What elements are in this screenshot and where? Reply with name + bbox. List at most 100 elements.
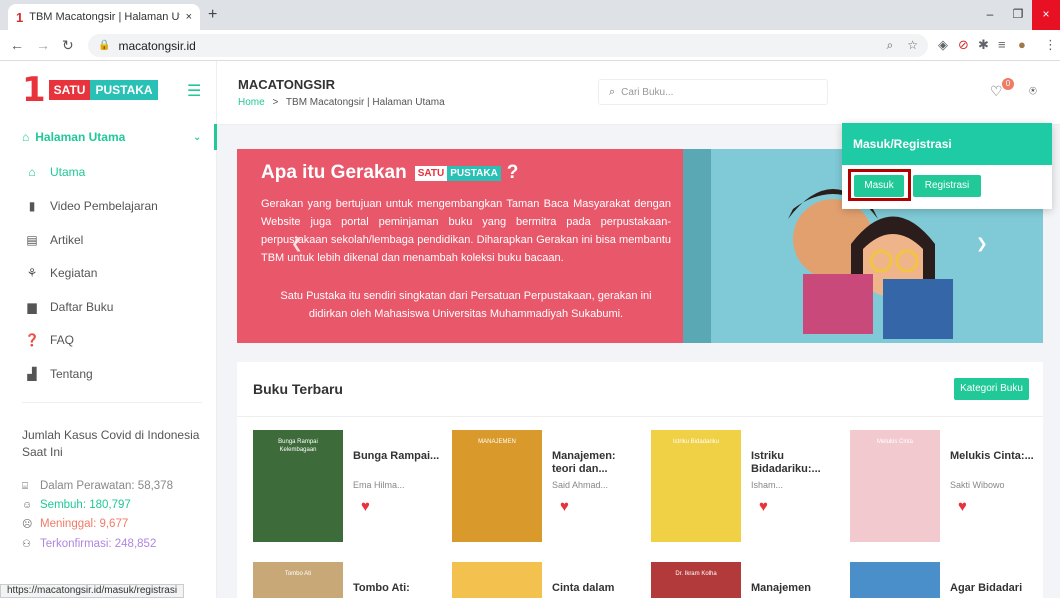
- maximize-button[interactable]: ❐: [1004, 0, 1032, 30]
- user-icon[interactable]: ⍟: [1029, 83, 1037, 99]
- close-window-button[interactable]: ×: [1032, 0, 1060, 30]
- back-icon[interactable]: ←: [10, 37, 24, 53]
- sidebar-item-label: Artikel: [50, 233, 84, 247]
- banner-text-panel: Apa itu Gerakan SATU PUSTAKA ? Gerakan ya…: [237, 149, 683, 343]
- playlist-icon[interactable]: ≡: [998, 37, 1006, 52]
- activity-icon: ⚘: [26, 266, 38, 280]
- book-cover[interactable]: [452, 562, 542, 598]
- zoom-icon[interactable]: ⌕: [887, 38, 894, 53]
- bed-icon: ⌸: [22, 480, 28, 492]
- kebab-menu-icon[interactable]: ⋮: [1044, 37, 1057, 53]
- breadcrumb-current: TBM Macatongsir | Halaman Utama: [285, 97, 445, 108]
- logo[interactable]: 1 SATU PUSTAKA: [22, 73, 158, 107]
- favorite-heart-icon[interactable]: ♥: [759, 498, 768, 515]
- book-title[interactable]: Manajemen: teori dan...: [552, 450, 642, 476]
- carousel-next-icon[interactable]: ❯: [976, 235, 988, 252]
- article-icon: ▤: [26, 233, 38, 247]
- sidebar-item-artikel[interactable]: ▤ Artikel: [22, 229, 202, 251]
- covid-perawatan-text: Dalam Perawatan: 58,378: [40, 480, 173, 492]
- dropdown-body: Masuk Registrasi: [842, 165, 1052, 209]
- sidebar: 1 SATU PUSTAKA ☰ ⌂ Halaman Utama ⌄ ⌂ Uta…: [0, 61, 217, 598]
- latest-books-section: Buku Terbaru Kategori Buku Bunga Rampai …: [237, 362, 1043, 598]
- book-title[interactable]: Agar Bidadari: [950, 582, 1040, 595]
- browser-tab[interactable]: 1 TBM Macatongsir | Halaman Uta ×: [8, 4, 200, 30]
- sidebar-item-label: FAQ: [50, 333, 75, 347]
- users-icon: ⚇: [22, 538, 31, 550]
- covid-sembuh-text: Sembuh: 180,797: [40, 499, 131, 511]
- extension-icon[interactable]: ◈: [938, 37, 948, 53]
- kategori-buku-button[interactable]: Kategori Buku: [954, 378, 1029, 400]
- book-author: Said Ahmad...: [552, 480, 609, 490]
- url-field[interactable]: 🔒 macatongsir.id ⌕ ☆: [88, 34, 928, 57]
- book-cover[interactable]: MANAJEMEN: [452, 430, 542, 542]
- breadcrumb-home[interactable]: Home: [238, 97, 265, 108]
- sidebar-item-tentang[interactable]: ▟ Tentang: [22, 363, 202, 385]
- minimize-button[interactable]: –: [976, 0, 1004, 30]
- covid-terkonfirmasi-text: Terkonfirmasi: 248,852: [40, 538, 157, 550]
- book-cover[interactable]: [850, 562, 940, 598]
- banner-logo-pustaka: PUSTAKA: [447, 165, 501, 181]
- book-title[interactable]: Cinta dalam: [552, 582, 642, 595]
- banner-title-text: Apa itu Gerakan: [261, 162, 407, 183]
- new-tab-button[interactable]: +: [208, 6, 217, 24]
- book-icon: ▆: [27, 300, 37, 314]
- favorite-heart-icon[interactable]: ♥: [361, 498, 370, 515]
- sidebar-item-label: Daftar Buku: [50, 300, 114, 314]
- sad-icon: ☹: [22, 518, 33, 530]
- section-title: Buku Terbaru: [253, 381, 343, 397]
- reload-icon[interactable]: ↻: [62, 37, 74, 54]
- favicon: 1: [16, 9, 24, 25]
- chevron-down-icon: ⌄: [193, 131, 202, 143]
- home-icon: ⌂: [28, 165, 36, 179]
- covid-perawatan: ⌸ Dalam Perawatan: 58,378: [22, 480, 173, 492]
- banner-description: Gerakan yang bertujuan untuk mengembangk…: [261, 198, 671, 264]
- book-author: Ema Hilma...: [353, 480, 405, 490]
- sidebar-item-kegiatan[interactable]: ⚘ Kegiatan: [22, 262, 202, 284]
- book-cover[interactable]: Bunga Rampai Kelembagaan: [253, 430, 343, 542]
- forward-icon[interactable]: →: [36, 37, 50, 53]
- book-title[interactable]: Melukis Cinta:...: [950, 450, 1040, 463]
- favorite-heart-icon[interactable]: ♥: [560, 498, 569, 515]
- book-title[interactable]: Istriku Bidadariku:...: [751, 450, 841, 476]
- login-register-dropdown: Masuk/Registrasi Masuk Registrasi: [842, 123, 1052, 209]
- section-divider: [237, 416, 1043, 417]
- hamburger-menu-icon[interactable]: ☰: [187, 81, 201, 101]
- search-input[interactable]: ⌕ Cari Buku...: [598, 79, 828, 105]
- sidebar-item-faq[interactable]: ❓ FAQ: [22, 329, 202, 351]
- breadcrumb: Home > TBM Macatongsir | Halaman Utama: [238, 97, 445, 108]
- favorite-heart-icon[interactable]: ♥: [958, 498, 967, 515]
- registrasi-button[interactable]: Registrasi: [913, 175, 981, 197]
- book-cover[interactable]: Dr. Ikram Kolha: [651, 562, 741, 598]
- status-bar-url: https://macatongsir.id/masuk/registrasi: [0, 584, 185, 598]
- star-icon[interactable]: ☆: [907, 38, 918, 53]
- profile-avatar-icon[interactable]: ●: [1018, 37, 1026, 52]
- puzzle-icon[interactable]: ✱: [978, 37, 989, 53]
- covid-meninggal: ☹ Meninggal: 9,677: [22, 518, 128, 530]
- dropdown-title: Masuk/Registrasi: [842, 123, 1052, 165]
- search-icon: ⌕: [609, 85, 616, 98]
- carousel-prev-icon[interactable]: ❮: [291, 235, 303, 252]
- sidebar-item-utama[interactable]: ⌂ Utama: [22, 161, 202, 183]
- address-bar: ← → ↻ 🔒 macatongsir.id ⌕ ☆ ◈ ⊘ ✱ ≡ ● ⋮: [0, 30, 1060, 61]
- book-title[interactable]: Manajemen: [751, 582, 841, 595]
- book-cover[interactable]: Tombo Ati: [253, 562, 343, 598]
- book-title[interactable]: Tombo Ati:: [353, 582, 443, 595]
- logo-satu: SATU: [48, 80, 91, 100]
- book-title[interactable]: Bunga Rampai...: [353, 450, 443, 463]
- book-cover[interactable]: Istriku Bidadariku: [651, 430, 741, 542]
- tab-close-icon[interactable]: ×: [186, 11, 192, 23]
- banner-title-question: ?: [506, 162, 519, 183]
- adblock-icon[interactable]: ⊘: [958, 37, 969, 53]
- book-cover[interactable]: Melukis Cinta: [850, 430, 940, 542]
- sidebar-divider: [22, 402, 202, 403]
- sidebar-item-daftar-buku[interactable]: ▆ Daftar Buku: [22, 296, 202, 318]
- url-text: macatongsir.id: [118, 38, 196, 53]
- tab-title: TBM Macatongsir | Halaman Uta: [29, 11, 180, 23]
- book-author: Isham...: [751, 480, 784, 490]
- sidebar-item-video[interactable]: ▮ Video Pembelajaran: [22, 195, 202, 217]
- menu-halaman-utama[interactable]: ⌂ Halaman Utama ⌄: [0, 124, 217, 150]
- wishlist-heart-icon[interactable]: ♡: [990, 83, 1003, 100]
- covid-title: Jumlah Kasus Covid di Indonesia Saat Ini: [22, 428, 200, 459]
- banner-description-2: Satu Pustaka itu sendiri singkatan dari …: [280, 290, 652, 320]
- wishlist-badge: 0: [1002, 78, 1014, 90]
